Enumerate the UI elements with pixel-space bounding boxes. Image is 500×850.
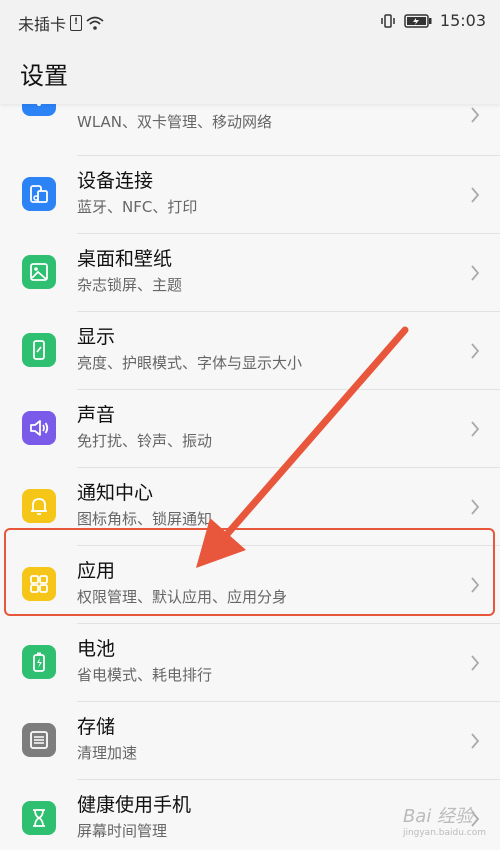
settings-item-subtitle: 图标角标、锁屏通知 <box>77 510 213 528</box>
apps-grid-icon <box>22 567 56 601</box>
clock-time: 15:03 <box>439 11 486 30</box>
settings-item-title: 电池 <box>77 638 116 660</box>
page-title: 设置 <box>20 62 68 90</box>
chevron-right-icon <box>470 732 480 754</box>
chevron-right-icon <box>470 342 480 364</box>
settings-item-subtitle: 亮度、护眼模式、字体与显示大小 <box>77 354 303 372</box>
battery-icon <box>22 645 56 679</box>
chevron-right-icon <box>470 186 480 208</box>
chevron-right-icon <box>470 654 480 676</box>
storage-icon <box>22 723 56 757</box>
settings-item-subtitle: 清理加速 <box>77 744 138 762</box>
hourglass-icon <box>22 801 56 835</box>
settings-item-title: 声音 <box>77 404 116 426</box>
wifi-icon <box>86 16 104 30</box>
battery-status-icon <box>404 13 432 28</box>
settings-item-wlan[interactable]: WLAN、双卡管理、移动网络 <box>0 104 500 156</box>
watermark-url: jingyan.baidu.com <box>402 828 486 838</box>
settings-item-device-connection[interactable]: 设备连接 蓝牙、NFC、打印 <box>0 156 500 234</box>
chevron-right-icon <box>470 576 480 598</box>
chevron-right-icon <box>470 420 480 442</box>
settings-item-notification-center[interactable]: 通知中心 图标角标、锁屏通知 <box>0 468 500 546</box>
settings-list[interactable]: WLAN、双卡管理、移动网络 设备连接 蓝牙、NFC、打印 桌面和壁纸 杂志锁屏… <box>0 104 500 850</box>
status-right: 15:03 <box>380 11 486 30</box>
carrier-text: 未插卡 <box>18 15 67 34</box>
settings-item-title: 通知中心 <box>77 482 154 504</box>
vibrate-icon <box>380 13 396 29</box>
settings-item-display[interactable]: 显示 亮度、护眼模式、字体与显示大小 <box>0 312 500 390</box>
settings-item-battery[interactable]: 电池 省电模式、耗电排行 <box>0 624 500 702</box>
chevron-right-icon <box>470 498 480 520</box>
watermark: Bai 经验 jingyan.baidu.com <box>403 802 486 838</box>
bell-icon <box>22 489 56 523</box>
wallpaper-icon <box>22 255 56 289</box>
chevron-right-icon <box>470 264 480 286</box>
watermark-text: Bai 经验 <box>402 806 474 827</box>
settings-item-title: 设备连接 <box>77 170 154 192</box>
settings-item-subtitle: 屏幕时间管理 <box>77 822 168 840</box>
status-left: 未插卡 ! <box>18 11 104 35</box>
status-bar: 未插卡 ! 15:03 <box>0 0 500 42</box>
settings-item-title: 健康使用手机 <box>77 794 192 816</box>
settings-item-title: 桌面和壁纸 <box>77 248 173 270</box>
device-connection-icon <box>22 177 56 211</box>
settings-item-subtitle: 蓝牙、NFC、打印 <box>77 198 198 216</box>
display-icon <box>22 333 56 367</box>
chevron-right-icon <box>470 106 480 128</box>
settings-item-subtitle: 省电模式、耗电排行 <box>77 666 213 684</box>
settings-item-storage[interactable]: 存储 清理加速 <box>0 702 500 780</box>
settings-item-subtitle: 免打扰、铃声、振动 <box>77 432 213 450</box>
settings-item-apps[interactable]: 应用 权限管理、默认应用、应用分身 <box>0 546 500 624</box>
settings-item-title: 应用 <box>77 560 116 582</box>
settings-item-subtitle: 权限管理、默认应用、应用分身 <box>77 588 288 606</box>
settings-item-title: 存储 <box>77 716 116 738</box>
settings-item-title: 显示 <box>77 326 116 348</box>
sound-icon <box>22 411 56 445</box>
settings-item-desktop-wallpaper[interactable]: 桌面和壁纸 杂志锁屏、主题 <box>0 234 500 312</box>
settings-header: 设置 <box>0 42 500 104</box>
settings-item-sound[interactable]: 声音 免打扰、铃声、振动 <box>0 390 500 468</box>
settings-item-subtitle: WLAN、双卡管理、移动网络 <box>77 113 273 131</box>
wifi-icon <box>22 104 56 116</box>
settings-item-subtitle: 杂志锁屏、主题 <box>77 276 183 294</box>
sim-icon: ! <box>70 15 83 31</box>
